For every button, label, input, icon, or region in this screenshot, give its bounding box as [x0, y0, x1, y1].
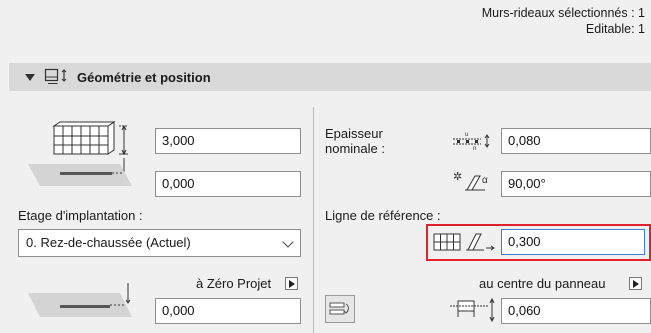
thickness-input[interactable]: 0,080 — [501, 128, 651, 154]
svg-text:n: n — [473, 146, 476, 151]
collapse-triangle-icon[interactable] — [25, 74, 35, 82]
story-select-value: 0. Rez-de-chaussée (Actuel) — [26, 235, 191, 250]
flip-reference-button[interactable] — [325, 295, 355, 323]
selection-count-text: Murs-rideaux sélectionnés : 1 — [481, 6, 645, 20]
reference-line-offset-icon — [433, 233, 495, 251]
flip-reference-icon — [329, 302, 349, 315]
svg-text:u: u — [465, 132, 468, 138]
thickness-label: Epaisseur nominale : — [325, 126, 385, 156]
zero-project-offset-input[interactable]: 0,000 — [155, 298, 301, 324]
column-divider — [313, 107, 314, 333]
section-title: Géométrie et position — [77, 70, 211, 85]
panel-offset-icon — [450, 297, 495, 323]
slant-angle-input[interactable]: 90,00° — [501, 171, 651, 197]
height-input[interactable]: 3,000 — [155, 128, 301, 154]
base-offset-input[interactable]: 0,000 — [155, 171, 301, 197]
thickness-icon: u n — [453, 132, 490, 151]
editable-count-text: Editable: 1 — [585, 22, 645, 36]
reference-line-label: Ligne de référence : — [325, 208, 441, 223]
svg-text:✲: ✲ — [453, 170, 462, 183]
panel-center-label: au centre du panneau — [479, 276, 606, 291]
project-zero-offset-icon — [28, 283, 132, 317]
zero-project-menu-button[interactable] — [285, 277, 298, 290]
story-label: Etage d'implantation : — [18, 208, 143, 223]
thickness-label-line2: nominale : — [325, 141, 385, 156]
panel-offset-input[interactable]: 0,060 — [501, 298, 651, 324]
story-select[interactable]: 0. Rez-de-chaussée (Actuel) — [18, 229, 301, 257]
panel-center-menu-button[interactable] — [629, 277, 642, 290]
curtain-wall-height-icon — [28, 121, 132, 186]
slant-angle-icon: ✲ α — [453, 170, 488, 191]
thickness-label-line1: Epaisseur — [325, 126, 383, 141]
svg-text:α: α — [482, 175, 488, 186]
geometry-section-icon — [44, 68, 67, 84]
zero-project-label: à Zéro Projet — [196, 276, 272, 291]
reference-offset-input[interactable]: 0,300 — [501, 229, 645, 255]
chevron-down-icon — [282, 236, 294, 248]
